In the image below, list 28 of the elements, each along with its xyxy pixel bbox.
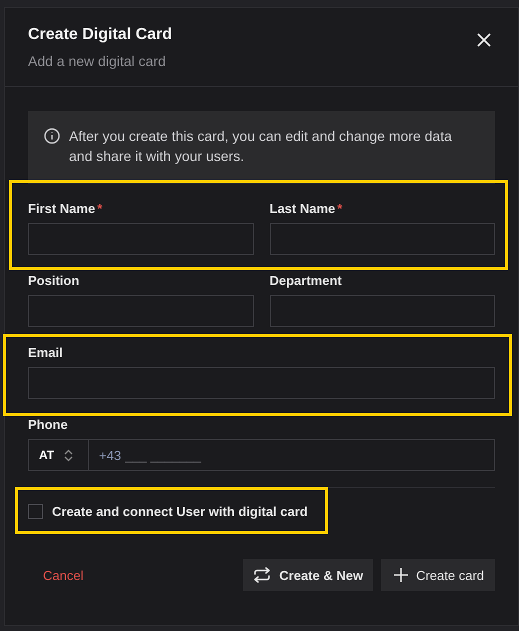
checkbox[interactable] (28, 504, 43, 518)
country-code: +43 (99, 448, 122, 462)
input-field[interactable] (28, 367, 495, 399)
field-label: Email (28, 345, 63, 360)
input-field[interactable] (270, 223, 495, 255)
field-label: Last Name (270, 201, 336, 216)
create-and-new-button[interactable]: Create & New (243, 559, 374, 591)
field-label: Phone (28, 417, 68, 432)
repeat-icon (253, 567, 272, 583)
required-mark: * (97, 201, 102, 216)
cancel-button[interactable]: Cancel (28, 568, 84, 582)
dialog-title: Create Digital Card (28, 25, 172, 45)
input-field[interactable] (28, 223, 254, 255)
field-label: Department (270, 273, 342, 288)
phone-field[interactable]: AT +43 ___ _______ (28, 439, 495, 471)
create-card-button[interactable]: Create card (381, 559, 495, 591)
chevron-icon (64, 448, 74, 462)
dialog-subtitle: Add a new digital card (28, 52, 167, 70)
info-text: After you create this card, you can edit and change more data and share it with your users. (69, 127, 453, 166)
plus-icon (394, 568, 408, 582)
country-select[interactable]: AT (29, 440, 89, 470)
input-field[interactable] (270, 295, 495, 327)
field-label: First Name (28, 201, 96, 216)
info-icon (44, 128, 60, 144)
field-label: Position (28, 273, 80, 288)
required-mark: * (337, 201, 342, 216)
checkbox-label: Create and connect User with digital card (52, 504, 308, 518)
input-field[interactable] (28, 295, 254, 327)
